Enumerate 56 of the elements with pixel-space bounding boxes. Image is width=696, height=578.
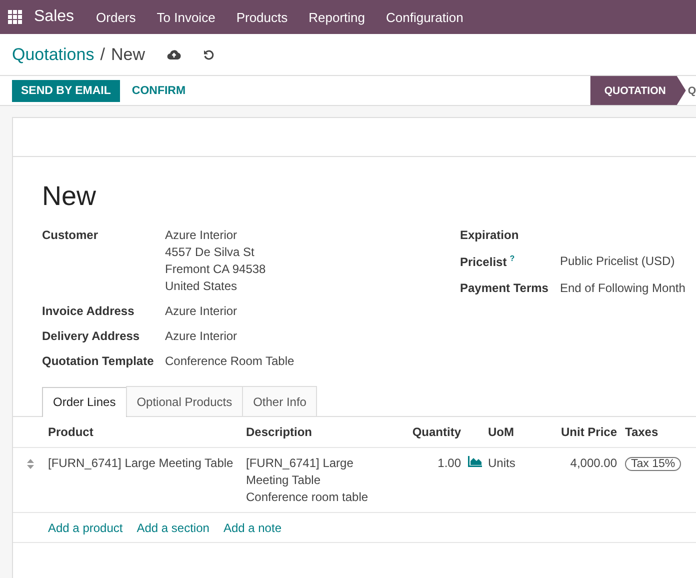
status-stage[interactable]: Q <box>686 76 696 105</box>
field-label: Invoice Address <box>42 304 136 318</box>
add-line-link[interactable]: Add a product <box>48 521 123 535</box>
column-header: Unit Price <box>560 425 618 439</box>
table-cell-text: Units <box>488 456 516 470</box>
field-label: Payment Terms <box>460 281 548 295</box>
tab[interactable]: Order Lines <box>42 387 127 417</box>
breadcrumb-current: New <box>110 44 145 64</box>
menu-item[interactable]: Products <box>236 10 288 24</box>
table-cell-text: 4,000.00 <box>569 456 618 470</box>
field-label: Quotation Template <box>42 354 155 368</box>
field-value[interactable]: 4557 De Silva St <box>165 245 266 259</box>
field-value[interactable]: Fremont CA 94538 <box>165 262 266 276</box>
send-email-button[interactable]: SEND BY EMAIL <box>12 80 120 102</box>
status-stage[interactable]: QUOTATION <box>590 76 686 105</box>
field-label: Customer <box>42 228 100 244</box>
table-cell-text: [FURN_6741] Large Meeting Table <box>48 456 234 470</box>
breadcrumb-link[interactable]: Quotations <box>12 44 94 64</box>
field-value[interactable]: Public Pricelist (USD) <box>560 254 675 269</box>
confirm-button[interactable]: CONFIRM <box>122 80 195 102</box>
help-tooltip[interactable]: ? <box>510 254 515 263</box>
menu-item[interactable]: To Invoice <box>156 10 216 24</box>
tab[interactable]: Other Info <box>242 386 318 416</box>
field-label: Pricelist <box>460 255 507 269</box>
menu-item[interactable]: Configuration <box>386 10 464 24</box>
field-value[interactable]: End of Following Month <box>560 281 686 295</box>
add-line-link[interactable]: Add a section <box>136 521 210 535</box>
app-name[interactable]: Sales <box>34 8 74 26</box>
menu-item[interactable]: Reporting <box>308 10 365 24</box>
undo-icon[interactable] <box>202 48 215 60</box>
save-icon[interactable] <box>166 49 181 60</box>
column-header: UoM <box>487 425 515 439</box>
tax-tag[interactable]: Tax 15% <box>625 457 682 471</box>
field-value[interactable]: Azure Interior <box>165 304 238 318</box>
tab[interactable]: Optional Products <box>126 386 244 416</box>
apps-menu-icon[interactable] <box>8 10 22 24</box>
column-header: Taxes <box>624 425 660 439</box>
table-cell-text: [FURN_6741] Large <box>246 456 354 470</box>
field-value[interactable]: Azure Interior <box>165 329 238 343</box>
field-label: Delivery Address <box>42 329 141 343</box>
column-header: Description <box>246 425 314 439</box>
field-value[interactable]: Azure Interior <box>165 228 266 242</box>
forecast-chart-icon[interactable] <box>468 456 482 467</box>
table-cell-text: Conference room table <box>246 490 370 504</box>
field-value[interactable]: United States <box>165 279 266 293</box>
breadcrumb-separator: / <box>100 44 105 64</box>
table-cell-text: Meeting Table <box>246 473 322 487</box>
record-title: New <box>42 181 98 212</box>
add-line-link[interactable]: Add a note <box>223 521 282 535</box>
drag-handle-icon[interactable] <box>27 459 34 469</box>
column-header: Quantity <box>411 425 461 439</box>
field-value[interactable]: Conference Room Table <box>165 354 294 368</box>
column-header: Product <box>48 425 94 439</box>
table-cell-text: 1.00 <box>436 456 461 470</box>
menu-item[interactable]: Orders <box>96 10 136 24</box>
field-label: Expiration <box>460 228 519 242</box>
